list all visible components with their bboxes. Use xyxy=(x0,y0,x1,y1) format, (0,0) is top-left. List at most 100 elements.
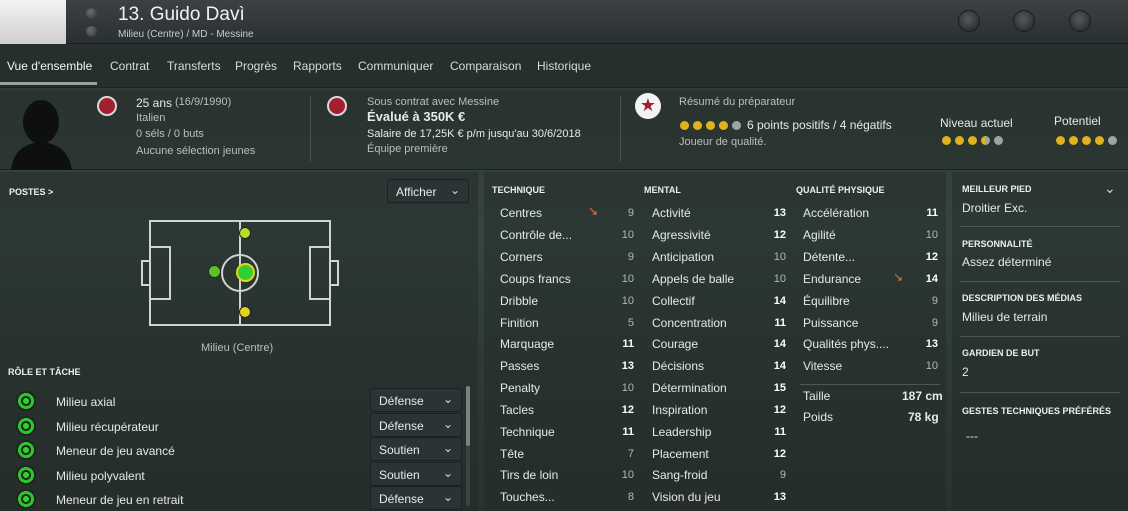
role-name[interactable]: Meneur de jeu en retrait xyxy=(56,493,183,507)
attribute-value: 5 xyxy=(627,317,634,329)
attribute-name[interactable]: Tête xyxy=(500,447,524,461)
position-marker[interactable] xyxy=(239,306,251,318)
role-name[interactable]: Milieu récupérateur xyxy=(56,420,159,434)
role-duty-dropdown[interactable]: Défense ⌄ xyxy=(370,413,462,437)
tab-communicate[interactable]: Communiquer xyxy=(358,59,433,73)
attribute-name[interactable]: Touches... xyxy=(500,490,555,504)
attribute-name[interactable]: Détermination xyxy=(652,381,727,395)
header-action-button[interactable] xyxy=(1013,10,1035,32)
rating-star-icon xyxy=(680,121,689,131)
role-duty-dropdown[interactable]: Défense ⌄ xyxy=(370,388,462,412)
attribute-name[interactable]: Accélération xyxy=(803,206,869,220)
role-suitability-icon xyxy=(16,391,36,411)
attribute-name[interactable]: Dribble xyxy=(500,294,538,308)
divider xyxy=(960,336,1120,337)
divider xyxy=(960,281,1120,282)
player-silhouette-icon xyxy=(11,100,72,170)
attribute-value: 14 xyxy=(773,360,786,372)
attribute-name[interactable]: Décisions xyxy=(652,359,704,373)
attribute-name[interactable]: Qualités phys.... xyxy=(803,337,889,351)
attribute-name[interactable]: Contrôle de... xyxy=(500,228,572,242)
tab-history[interactable]: Historique xyxy=(537,59,591,73)
media-description-header: DESCRIPTION DES MÉDIAS xyxy=(962,293,1083,303)
attribute-name[interactable]: Détente... xyxy=(803,250,855,264)
preferred-foot-header: MEILLEUR PIED xyxy=(962,184,1032,194)
technical-header: TECHNIQUE xyxy=(492,185,546,195)
attribute-name[interactable]: Inspiration xyxy=(652,403,707,417)
attribute-name[interactable]: Vitesse xyxy=(803,359,842,373)
attribute-name[interactable]: Placement xyxy=(652,447,709,461)
coach-report-label[interactable]: Résumé du préparateur xyxy=(679,96,795,108)
attribute-name[interactable]: Équilibre xyxy=(803,294,850,308)
player-youth-caps: Aucune sélection jeunes xyxy=(136,145,256,157)
attribute-name[interactable]: Courage xyxy=(652,337,698,351)
attribute-name[interactable]: Technique xyxy=(500,425,555,439)
attribute-name[interactable]: Tacles xyxy=(500,403,534,417)
role-duty-dropdown[interactable]: Défense ⌄ xyxy=(370,486,462,510)
current-ability-label: Niveau actuel xyxy=(940,116,1013,130)
ability-star-icon xyxy=(955,136,964,146)
nationality-flag-icon xyxy=(97,96,117,116)
attribute-value: 14 xyxy=(773,295,786,307)
contract-label[interactable]: Sous contrat avec Messine xyxy=(367,96,499,108)
attribute-name[interactable]: Centres xyxy=(500,206,542,220)
weight-label: Poids xyxy=(803,410,834,424)
display-dropdown[interactable]: Afficher ⌄ xyxy=(387,179,469,203)
personality-header: PERSONNALITÉ xyxy=(962,239,1033,249)
attribute-name[interactable]: Coups francs xyxy=(500,272,571,286)
goalkeeper-rating: 2 xyxy=(962,365,969,379)
attribute-value: 13 xyxy=(925,338,938,350)
attribute-name[interactable]: Activité xyxy=(652,206,691,220)
chevron-down-icon: ⌄ xyxy=(442,417,453,431)
attribute-name[interactable]: Penalty xyxy=(500,381,540,395)
ability-star-icon xyxy=(1108,136,1117,146)
tab-contract[interactable]: Contrat xyxy=(110,59,149,73)
attribute-name[interactable]: Endurance xyxy=(803,272,861,286)
attribute-name[interactable]: Tirs de loin xyxy=(500,468,558,482)
attribute-name[interactable]: Collectif xyxy=(652,294,695,308)
tab-reports[interactable]: Rapports xyxy=(293,59,342,73)
role-duty-dropdown[interactable]: Soutien ⌄ xyxy=(370,462,462,486)
attribute-name[interactable]: Finition xyxy=(500,316,539,330)
attribute-name[interactable]: Anticipation xyxy=(652,250,714,264)
roles-scrollbar-thumb[interactable] xyxy=(466,386,470,446)
attribute-name[interactable]: Agressivité xyxy=(652,228,711,242)
tab-comparison[interactable]: Comparaison xyxy=(450,59,521,73)
header-action-button[interactable] xyxy=(958,10,980,32)
tab-transfers[interactable]: Transferts xyxy=(167,59,221,73)
attribute-name[interactable]: Leadership xyxy=(652,425,711,439)
tab-overview[interactable]: Vue d'ensemble xyxy=(7,59,92,73)
player-birthdate: (16/9/1990) xyxy=(175,96,232,108)
attribute-name[interactable]: Sang-froid xyxy=(652,468,707,482)
natural-position-marker[interactable] xyxy=(236,263,255,282)
player-position-club[interactable]: Milieu (Centre) / MD - Messine xyxy=(118,29,254,40)
attribute-name[interactable]: Corners xyxy=(500,250,543,264)
chevron-down-icon[interactable]: ⌄ xyxy=(1104,180,1116,197)
attribute-name[interactable]: Appels de balle xyxy=(652,272,734,286)
role-name[interactable]: Milieu polyvalent xyxy=(56,469,145,483)
attribute-name[interactable]: Passes xyxy=(500,359,539,373)
role-duty-label: Soutien xyxy=(379,443,420,457)
player-height: 187 cm xyxy=(902,389,943,403)
position-marker[interactable] xyxy=(239,227,251,239)
attribute-value: 9 xyxy=(931,295,938,307)
player-info-strip: 25 ans (16/9/1990) Italien 0 séls / 0 bu… xyxy=(0,90,1128,170)
role-name[interactable]: Meneur de jeu avancé xyxy=(56,444,175,458)
player-weight: 78 kg xyxy=(908,410,939,424)
role-name[interactable]: Milieu axial xyxy=(56,395,115,409)
tab-progress[interactable]: Progrès xyxy=(235,59,277,73)
attribute-value: 9 xyxy=(627,207,634,219)
attribute-name[interactable]: Agilité xyxy=(803,228,836,242)
rating-star-icon xyxy=(732,121,741,131)
positions-header[interactable]: POSTES > xyxy=(9,187,53,197)
attribute-value: 10 xyxy=(621,469,634,481)
attribute-name[interactable]: Puissance xyxy=(803,316,858,330)
attribute-name[interactable]: Concentration xyxy=(652,316,727,330)
attribute-value: 10 xyxy=(773,273,786,285)
attribute-name[interactable]: Marquage xyxy=(500,337,554,351)
role-duty-dropdown[interactable]: Soutien ⌄ xyxy=(370,437,462,461)
player-nationality[interactable]: Italien xyxy=(136,112,165,124)
attribute-name[interactable]: Vision du jeu xyxy=(652,490,721,504)
position-marker[interactable] xyxy=(208,265,221,278)
header-action-button[interactable] xyxy=(1069,10,1091,32)
